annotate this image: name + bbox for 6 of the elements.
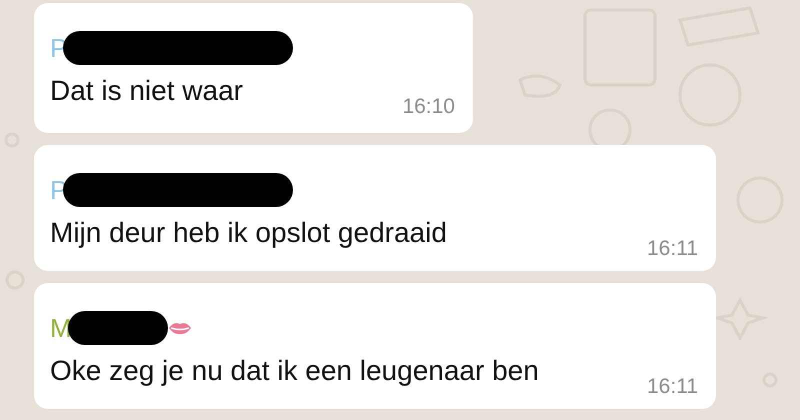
message-time: 16:11 [647,376,698,397]
message-text: Dat is niet waar [50,77,243,105]
message-text: Oke zeg je nu dat ik een leugenaar ben [50,357,539,385]
message-time: 16:10 [402,96,455,117]
message-text: Mijn deur heb ik opslot gedraaid [50,219,447,247]
message-time: 16:11 [647,238,698,259]
